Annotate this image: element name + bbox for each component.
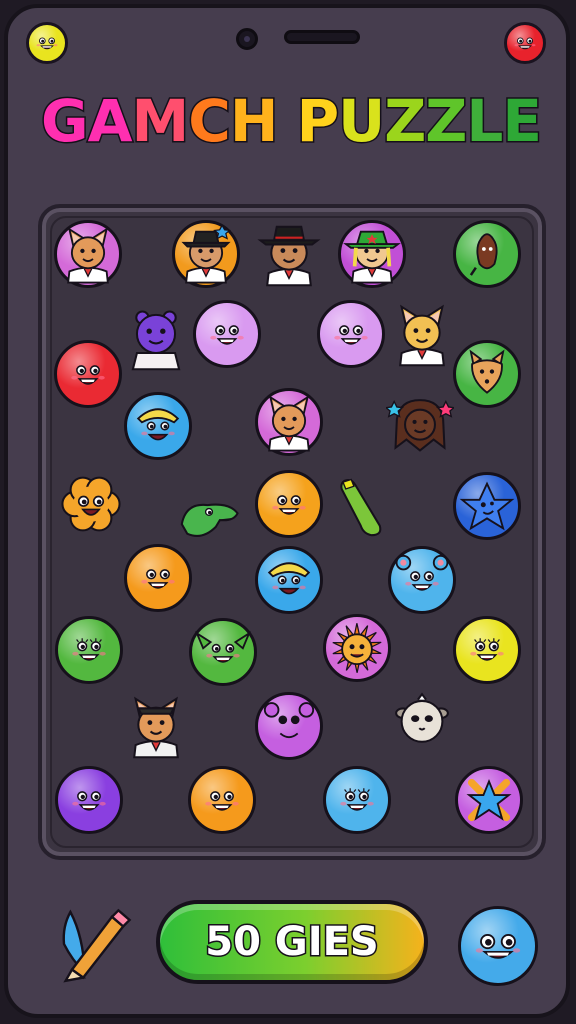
blue-smiley-icon[interactable]	[458, 906, 538, 986]
green-dino-icon[interactable]	[175, 482, 243, 550]
fox-suit-character-icon[interactable]	[122, 692, 190, 760]
blue-smiley-icon[interactable]	[323, 766, 391, 834]
moves-label: 50 GIES	[204, 918, 380, 967]
title-letter: E	[501, 86, 544, 157]
cowboy-character-icon[interactable]	[172, 220, 240, 288]
blue-star-blob-icon[interactable]	[453, 472, 521, 540]
brown-dreadlock-character-icon[interactable]	[384, 392, 456, 460]
speaker-grille	[284, 30, 360, 44]
star-icon[interactable]	[455, 766, 523, 834]
lion-icon[interactable]	[323, 614, 391, 682]
green-goblin-icon[interactable]	[189, 618, 257, 686]
black-hat-character-icon[interactable]	[255, 220, 323, 288]
title-letter: G	[40, 86, 91, 157]
red-smiley-icon[interactable]	[504, 22, 546, 64]
fox-face-icon[interactable]	[453, 340, 521, 408]
blue-blonde-smiley-icon[interactable]	[124, 392, 192, 460]
title-letter: Z	[424, 86, 469, 157]
fox-character-icon[interactable]	[255, 388, 323, 456]
orange-smiley-icon[interactable]	[124, 544, 192, 612]
white-sheep-icon[interactable]	[388, 686, 456, 754]
orange-smiley-icon[interactable]	[255, 470, 323, 538]
title-letter	[277, 87, 296, 155]
purple-bear-smiley-icon[interactable]	[255, 692, 323, 760]
title-letter: A	[86, 86, 134, 157]
red-smiley-icon[interactable]	[54, 340, 122, 408]
green-cucumber-icon[interactable]	[324, 474, 392, 542]
pink-smiley-icon[interactable]	[317, 300, 385, 368]
title-letter: H	[228, 86, 280, 157]
green-hat-character-icon[interactable]	[338, 220, 406, 288]
orange-flower-smiley-icon[interactable]	[57, 470, 125, 538]
blue-bear-icon[interactable]	[388, 546, 456, 614]
blue-blonde-smiley-icon[interactable]	[255, 546, 323, 614]
pink-smiley-icon[interactable]	[193, 300, 261, 368]
title-letter: U	[337, 86, 387, 157]
purple-bear-icon[interactable]	[122, 304, 190, 372]
title-letter: L	[465, 86, 505, 157]
title-letter: C	[187, 86, 233, 157]
green-smiley-icon[interactable]	[55, 616, 123, 684]
title-letter: Z	[383, 86, 428, 157]
pencil-icon[interactable]	[56, 904, 136, 988]
cat-character-icon[interactable]	[388, 300, 456, 368]
camera-icon	[236, 28, 258, 50]
orange-smiley-icon[interactable]	[188, 766, 256, 834]
game-title: GAMCH PUZZLE	[8, 86, 566, 157]
brown-creature-icon[interactable]	[453, 220, 521, 288]
yellow-smiley-icon[interactable]	[453, 616, 521, 684]
title-letter: P	[295, 86, 340, 157]
yellow-smiley-icon[interactable]	[26, 22, 68, 64]
fox-character-icon[interactable]	[54, 220, 122, 288]
moves-button[interactable]: 50 GIES	[156, 900, 428, 984]
title-letter: M	[130, 86, 191, 157]
purple-smiley-icon[interactable]	[55, 766, 123, 834]
